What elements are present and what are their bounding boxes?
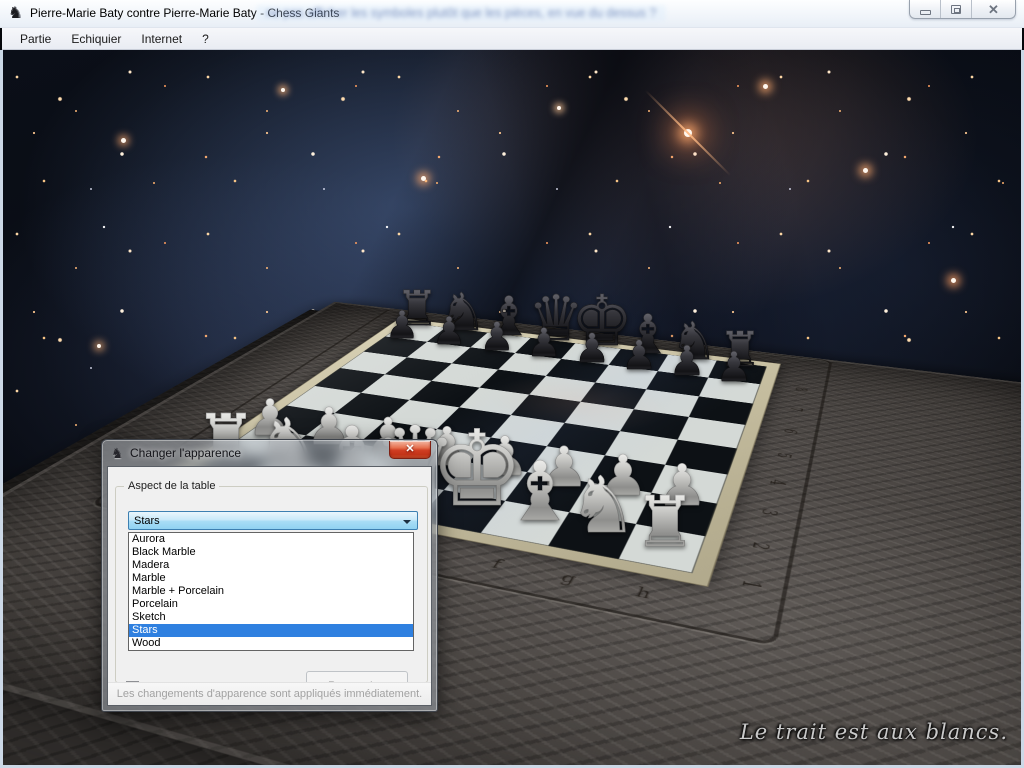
close-icon: ✕ [988, 3, 999, 16]
titlebar-ghost-text: ne pas afficher les symboles plutôt que … [256, 5, 666, 21]
restore-icon [951, 5, 961, 14]
chevron-down-icon [403, 520, 411, 524]
file-letter: f [479, 555, 513, 574]
dropdown-option[interactable]: Stars [129, 624, 413, 637]
restore-button[interactable] [941, 0, 972, 18]
dialog-close-button[interactable]: ✕ [389, 441, 431, 459]
rank-number: 6 [778, 426, 801, 437]
dialog-statusbar: Les changements d'apparence sont appliqu… [108, 682, 431, 705]
chess-knights-icon: ♞ [8, 5, 26, 23]
dialog-body: Aspect de la table Stars AuroraBlack Mar… [107, 466, 432, 706]
menu-item[interactable]: Partie [10, 29, 61, 49]
minimize-icon [920, 10, 931, 15]
dropdown-option[interactable]: Sketch [129, 611, 413, 624]
app-window: abcdefgh 12345678 ♜ ♞ ♝ ♛ ♚ ♝ ♞ [0, 0, 1024, 768]
window-titlebar[interactable]: ♞ Pierre-Marie Baty contre Pierre-Marie … [0, 0, 1024, 28]
dropdown-option[interactable]: Marble [129, 572, 413, 585]
dropdown-option[interactable]: Aurora [129, 533, 413, 546]
rank-number: 2 [745, 537, 775, 554]
file-letter: h [626, 583, 660, 603]
dialog-titlebar[interactable]: ♞ Changer l'apparence ✕ [102, 440, 437, 466]
combobox-dropdown: AuroraBlack MarbleMaderaMarbleMarble + P… [128, 532, 414, 651]
groupbox-label: Aspect de la table [124, 480, 219, 492]
close-icon: ✕ [405, 444, 414, 455]
dialog-status-text: Les changements d'apparence sont appliqu… [117, 688, 422, 700]
window-buttons: ✕ [909, 0, 1016, 19]
combobox-value: Stars [134, 515, 160, 527]
turn-indicator: Le trait est aux blancs. [740, 720, 1008, 744]
dropdown-option[interactable]: Wood [129, 637, 413, 650]
menu-item[interactable]: Echiquier [61, 29, 131, 49]
table-aspect-combobox[interactable]: Stars [128, 511, 418, 530]
appearance-dialog: ♞ Changer l'apparence ✕ Aspect de la tab… [101, 439, 438, 712]
rank-number: 4 [763, 475, 789, 489]
dropdown-option[interactable]: Marble + Porcelain [129, 585, 413, 598]
rank-number: 1 [734, 574, 766, 594]
menu-item[interactable]: ? [192, 29, 219, 49]
rank-number: 5 [771, 449, 796, 461]
menu-item[interactable]: Internet [131, 29, 192, 49]
minimize-button[interactable] [910, 0, 941, 18]
knight-icon: ♞ [111, 446, 124, 460]
dialog-title: Changer l'apparence [130, 446, 241, 460]
menubar: PartieEchiquierInternet? [2, 28, 1022, 50]
close-button[interactable]: ✕ [972, 0, 1015, 18]
rank-number: 3 [755, 505, 783, 520]
dropdown-option[interactable]: Madera [129, 559, 413, 572]
dropdown-option[interactable]: Porcelain [129, 598, 413, 611]
file-letter: g [551, 569, 585, 588]
dropdown-option[interactable]: Black Marble [129, 546, 413, 559]
